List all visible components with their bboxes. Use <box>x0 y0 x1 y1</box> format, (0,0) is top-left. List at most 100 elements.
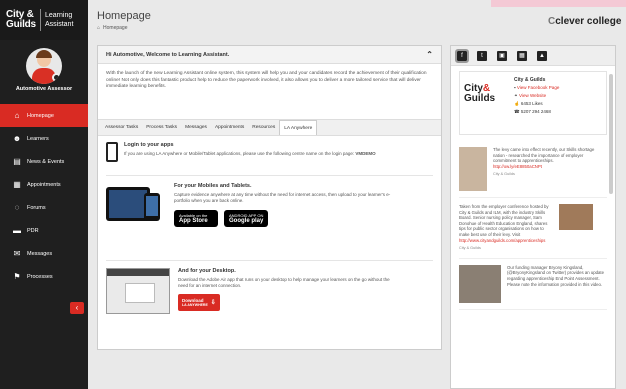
top-accent-bar <box>491 0 626 7</box>
post-text: Our funding manager Bryony Kingsland, (@… <box>507 264 604 287</box>
chevron-up-icon[interactable]: ⌃ <box>426 50 433 59</box>
desktop-title: And for your Desktop. <box>178 268 236 274</box>
login-text: If you are using LA Anywhere or Mobile/T… <box>124 151 376 156</box>
desktop-section: And for your Desktop. Download the Adobe… <box>106 264 433 314</box>
sidebar-item-learners[interactable]: ☻ Learners <box>0 127 88 150</box>
main-panel: Hi Automotive, Welcome to Learning Assis… <box>97 45 442 350</box>
sidebar-item-label: Messages <box>27 250 53 257</box>
post-meta: City & Guilds <box>459 246 481 251</box>
newspaper-icon: ▤ <box>13 157 21 166</box>
sidebar-item-label: PDR <box>27 227 39 234</box>
sidebar-item-label: Forums <box>27 204 46 211</box>
page-title: Homepage <box>97 10 151 22</box>
desktop-text: Download the Adobe Air app that runs on … <box>178 277 390 288</box>
post-text: The levy came into effect recently, our … <box>493 147 595 164</box>
welcome-bar: Hi Automotive, Welcome to Learning Assis… <box>98 46 441 64</box>
mobile-section: For your Mobiles and Tablets. Capture ev… <box>106 179 433 257</box>
home-icon: ⌂ <box>14 111 20 120</box>
phone-number: 5207 294 2468 <box>520 109 551 114</box>
contact-card-icon[interactable]: ▣ <box>497 50 507 61</box>
sidebar-item-label: Processes <box>27 273 53 280</box>
sidebar-item-label: Learners <box>27 135 49 142</box>
devices-image <box>106 183 166 233</box>
sidebar-item-appointments[interactable]: ▦ Appointments <box>0 173 88 196</box>
intro-text: With the launch of the new Learning Assi… <box>106 71 427 89</box>
desktop-app-screenshot <box>106 268 170 314</box>
tab-messages[interactable]: Messages <box>181 120 211 135</box>
social-feed: City& Guilds City & Guilds ▪ View Faceboo… <box>451 66 615 315</box>
mobile-phone-icon <box>106 142 118 162</box>
welcome-title: Hi Automotive, Welcome to Learning Assis… <box>106 51 230 58</box>
envelope-icon: ✉ <box>13 249 21 258</box>
tab-process-tasks[interactable]: Process Tasks <box>142 120 181 135</box>
centre-name: VMDEMO <box>355 151 376 156</box>
users-icon: ☻ <box>12 134 22 143</box>
city-guilds-logo: City& Guilds <box>464 83 496 104</box>
sidebar-nav: ⌂ Homepage ☻ Learners ▤ News & Events ▦ Appo… <box>0 104 88 288</box>
image-icon[interactable]: ▲ <box>537 50 547 61</box>
facebook-link[interactable]: View Facebook Page <box>517 85 559 90</box>
facebook-icon: ▪ <box>514 85 516 90</box>
login-section: Login to your apps If you are using LA A… <box>106 142 433 172</box>
tab-la-anywhere[interactable]: LA Anywhere <box>279 120 318 135</box>
logo-divider <box>40 9 41 31</box>
facebook-icon[interactable]: f <box>455 48 469 63</box>
scrollbar[interactable] <box>609 74 613 194</box>
user-role: Automotive Assessor <box>15 86 73 92</box>
sidebar-item-label: Appointments <box>27 181 61 188</box>
website-link[interactable]: View Website <box>519 93 546 98</box>
avatar[interactable] <box>26 48 62 84</box>
tab-resources[interactable]: Resources <box>248 120 279 135</box>
post-link[interactable]: http://ow.ly/eE8850aCNPt <box>493 164 607 170</box>
calendar-icon[interactable]: ▦ <box>517 50 527 61</box>
link-icon: ⚭ <box>514 93 518 98</box>
post-meta: City & Guilds <box>493 172 515 177</box>
tab-assessor-tasks[interactable]: Assessor Tasks <box>101 120 142 135</box>
sidebar-item-homepage[interactable]: ⌂ Homepage <box>0 104 88 127</box>
post-image[interactable] <box>459 147 487 191</box>
post-text: Taken from the employer conference hoste… <box>459 204 549 237</box>
mobile-title: For your Mobiles and Tablets. <box>174 183 252 189</box>
divider <box>106 260 433 261</box>
sidebar-item-processes[interactable]: ⚑ Processes <box>0 265 88 288</box>
sidebar-item-pdr[interactable]: ▬ PDR <box>0 219 88 242</box>
product-name: Learning Assistant <box>45 12 74 28</box>
twitter-icon[interactable]: t <box>477 50 487 61</box>
page-name: City & Guilds <box>514 77 546 83</box>
social-panel: f t ▣ ▦ ▲ City& Guilds City & Guilds ▪ Vi… <box>450 45 616 389</box>
flag-icon: ⚑ <box>13 272 21 281</box>
sidebar-item-news-events[interactable]: ▤ News & Events <box>0 150 88 173</box>
thumbs-up-icon: ☝ <box>514 101 520 106</box>
tab-bar: Assessor Tasks Process Tasks Messages Ap… <box>98 119 441 136</box>
chat-icon: ◌ <box>14 203 20 212</box>
login-title: Login to your apps <box>124 142 174 148</box>
post-image[interactable] <box>459 264 501 303</box>
sidebar-item-messages[interactable]: ✉ Messages <box>0 242 88 265</box>
tab-appointments[interactable]: Appointments <box>211 120 248 135</box>
post-image[interactable] <box>559 204 593 230</box>
sidebar-item-forums[interactable]: ◌ Forums <box>0 196 88 219</box>
city-guilds-logo-text: City & Guilds <box>6 9 36 30</box>
download-icon: ⇩ <box>210 300 216 306</box>
feed-post: Our funding manager Bryony Kingsland, (@… <box>459 259 607 310</box>
breadcrumb-item[interactable]: Homepage <box>103 25 127 31</box>
home-icon[interactable]: ⌂ <box>97 25 100 31</box>
likes-count: 6453 Likes <box>520 101 543 106</box>
feed-post: The levy came into effect recently, our … <box>459 141 607 198</box>
chevron-left-icon: ‹ <box>75 303 79 312</box>
user-profile: Automotive Assessor <box>0 40 88 100</box>
mobile-text: Capture evidence anywhere at any time wi… <box>174 192 391 203</box>
divider <box>106 175 433 176</box>
feed-post: Taken from the employer conference hoste… <box>459 198 607 259</box>
page-card: City& Guilds City & Guilds ▪ View Faceboo… <box>459 71 607 135</box>
app-store-button[interactable]: Available on the App Store <box>174 210 218 227</box>
sidebar-item-label: Homepage <box>27 112 54 119</box>
post-link[interactable]: http://www.cityandguilds.com/apprentices… <box>459 238 553 244</box>
social-tabs: f t ▣ ▦ ▲ <box>451 46 615 66</box>
google-play-button[interactable]: ANDROID APP ON Google play <box>224 210 268 227</box>
download-button[interactable]: Download LA ANYWHERE ⇩ <box>178 294 220 311</box>
collapse-sidebar-button[interactable]: ‹ <box>70 302 84 314</box>
app-logo[interactable]: City & Guilds Learning Assistant <box>0 0 88 40</box>
calendar-icon: ▦ <box>13 180 21 189</box>
settings-gear-icon[interactable] <box>52 73 61 82</box>
